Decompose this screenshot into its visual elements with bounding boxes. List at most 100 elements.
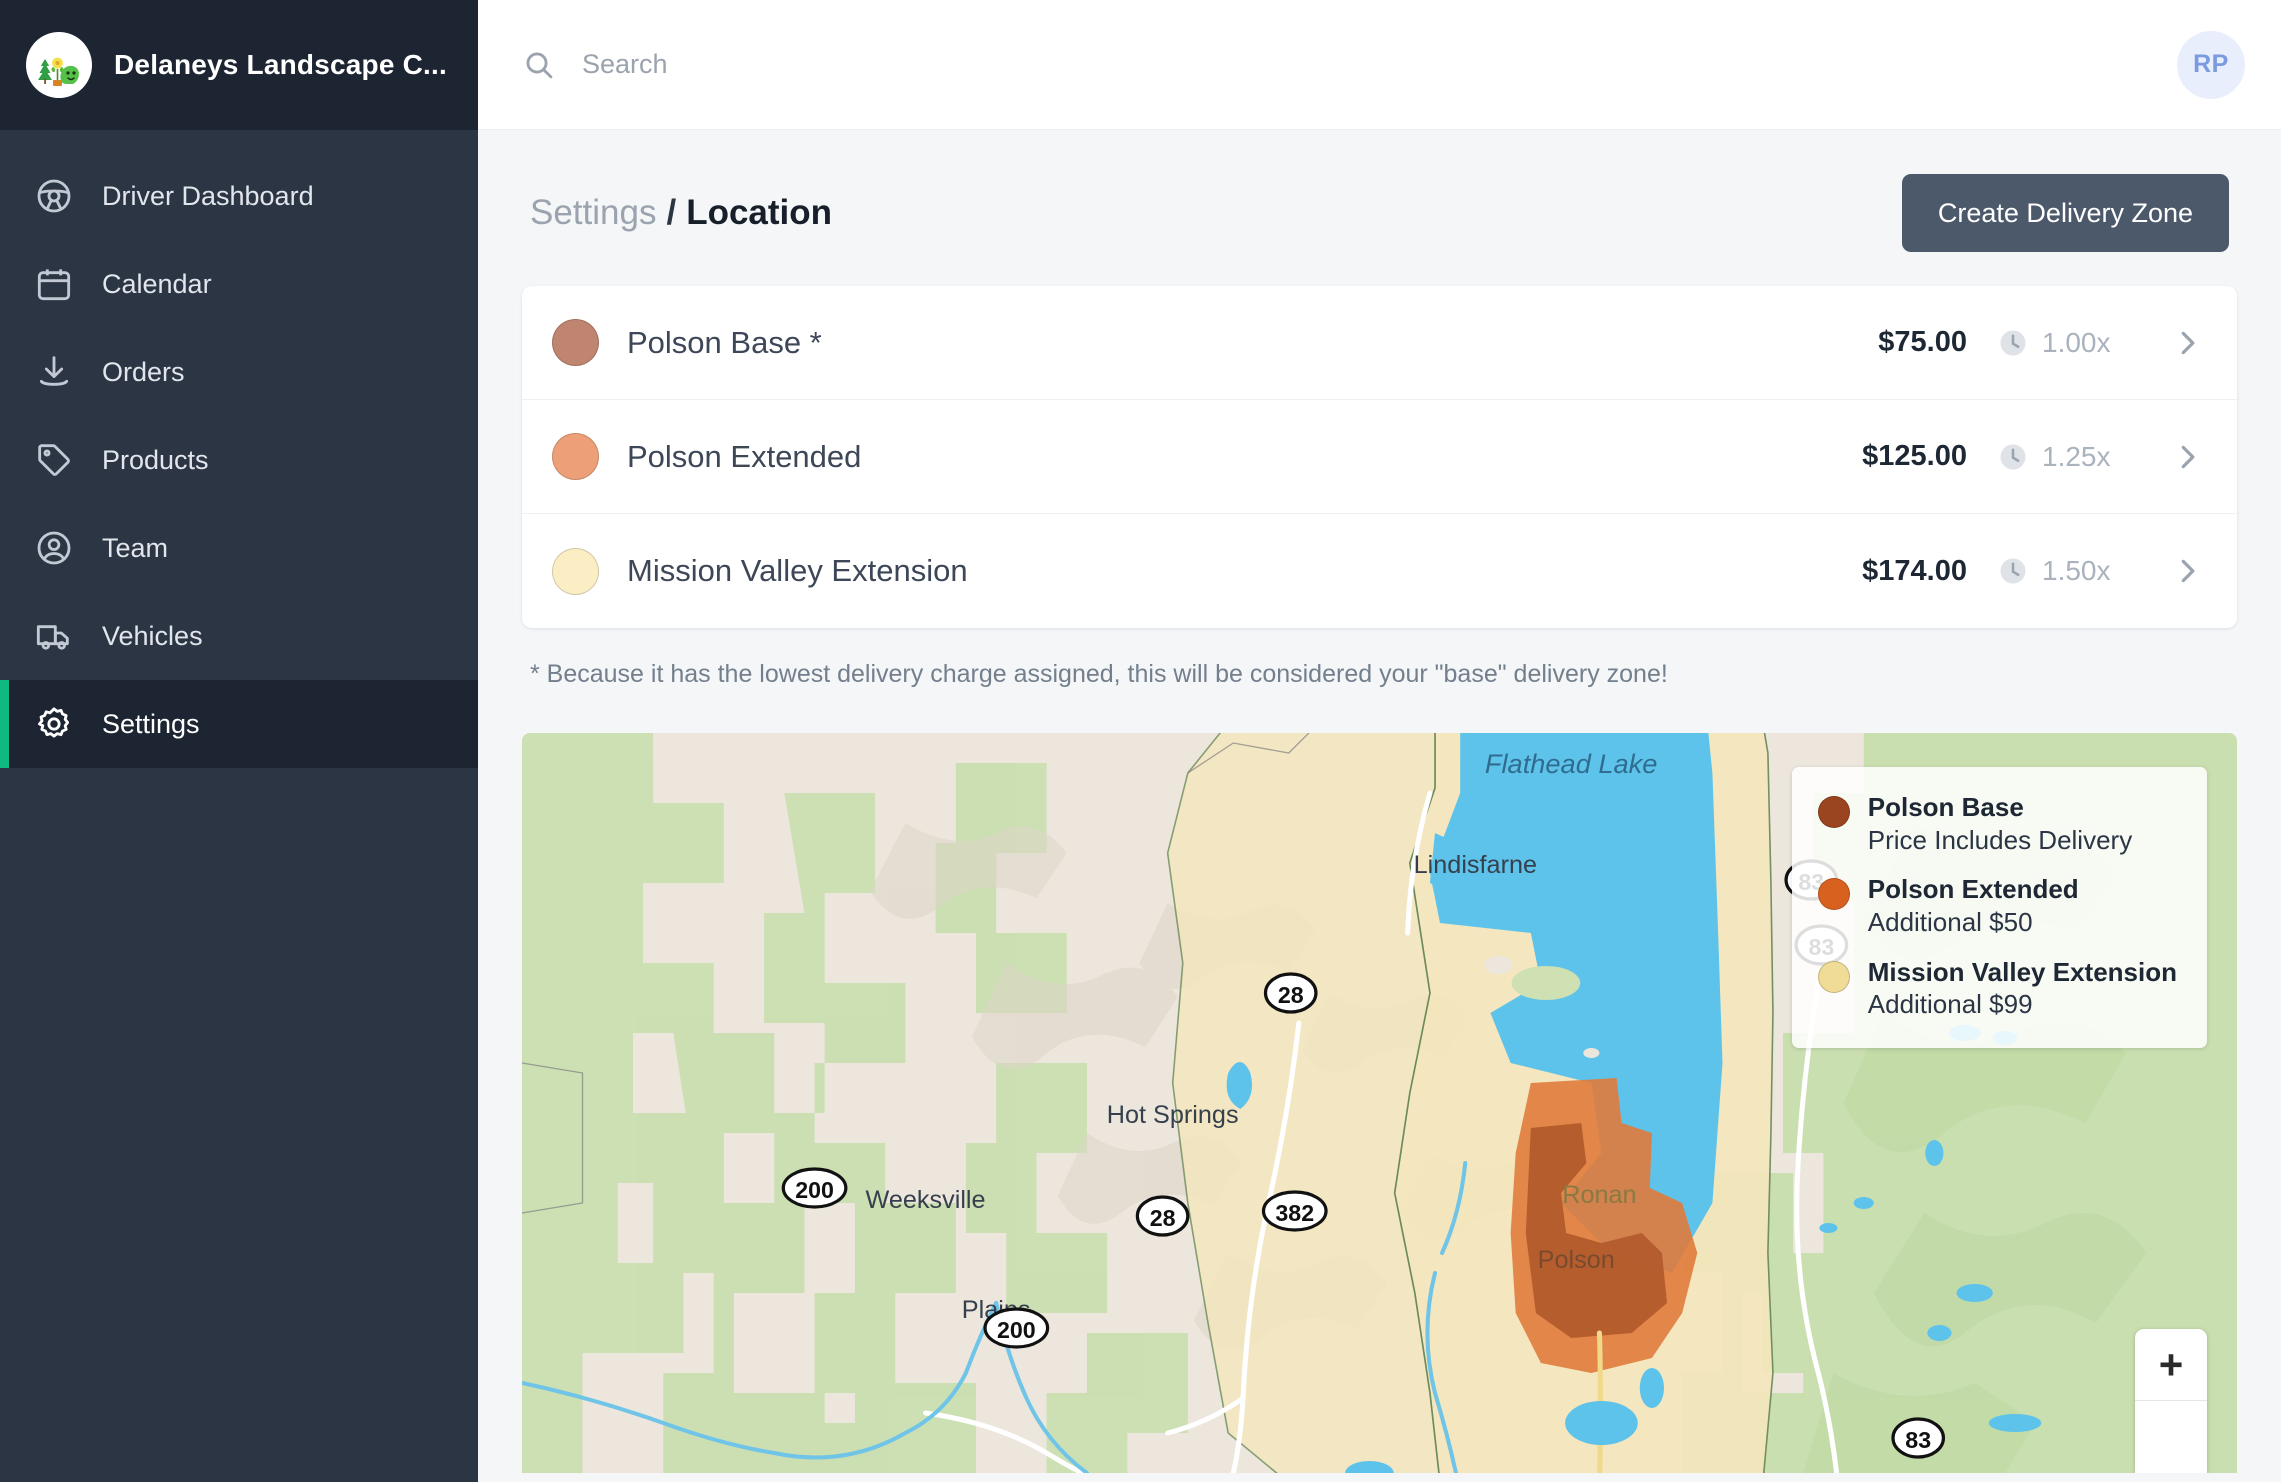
- zone-name: Polson Extended: [627, 438, 862, 474]
- sidebar-item-label: Calendar: [102, 268, 212, 299]
- sidebar-item-label: Orders: [102, 356, 185, 387]
- avatar[interactable]: RP: [2177, 30, 2245, 99]
- sidebar-item-label: Products: [102, 444, 209, 475]
- zone-row[interactable]: Mission Valley Extension $174.00 1.50x: [522, 514, 2237, 628]
- sidebar-item-label: Settings: [102, 708, 200, 739]
- map-label-weeksville: Weeksville: [865, 1186, 985, 1214]
- chevron-right-icon[interactable]: [2171, 327, 2203, 359]
- calendar-icon: [34, 264, 74, 304]
- zone-color-dot: [552, 547, 599, 595]
- legend-item: Mission Valley Extension Additional $99: [1817, 956, 2177, 1022]
- highway-shield-28-north: 28: [1263, 972, 1318, 1014]
- sidebar-item-orders[interactable]: Orders: [0, 328, 478, 416]
- map-zoom-controls: +: [2135, 1329, 2207, 1473]
- zone-name: Mission Valley Extension: [627, 553, 968, 588]
- chevron-right-icon[interactable]: [2171, 441, 2203, 473]
- svg-text:83: 83: [1905, 1427, 1931, 1453]
- svg-text:28: 28: [1278, 982, 1304, 1008]
- sidebar-nav: Driver Dashboard Calendar Orders Product…: [0, 130, 478, 768]
- map-label-ronan: Ronan: [1562, 1181, 1636, 1209]
- tag-icon: [34, 440, 74, 480]
- highway-shield-83-south: 83: [1891, 1417, 1946, 1459]
- highway-shield-200-south: 200: [983, 1307, 1050, 1349]
- svg-text:28: 28: [1150, 1205, 1176, 1231]
- gear-icon: [34, 704, 74, 744]
- breadcrumb-current: Location: [686, 193, 833, 232]
- app-root: Delaneys Landscape C... Driver Dashboard: [0, 0, 2281, 1482]
- sidebar-item-vehicles[interactable]: Vehicles: [0, 592, 478, 680]
- delivery-zone-map[interactable]: Flathead Lake Lindisfarne Polson Hot Spr…: [522, 733, 2237, 1473]
- user-circle-icon: [34, 528, 74, 568]
- map-label-polson: Polson: [1538, 1246, 1615, 1274]
- highway-shield-382: 382: [1261, 1190, 1328, 1232]
- page-header: Settings / Location Create Delivery Zone: [522, 130, 2237, 286]
- search-input[interactable]: [582, 49, 1182, 80]
- zone-row[interactable]: Polson Base * $75.00 1.00x: [522, 286, 2237, 400]
- sidebar-item-label: Driver Dashboard: [102, 180, 314, 211]
- clock-icon: [1997, 441, 2029, 473]
- zone-multiplier: 1.25x: [1997, 441, 2157, 473]
- map-label-hot-springs: Hot Springs: [1107, 1101, 1239, 1129]
- legend-color-dot: [1817, 796, 1850, 828]
- zone-color-dot: [552, 433, 599, 480]
- sidebar-item-driver-dashboard[interactable]: Driver Dashboard: [0, 152, 478, 240]
- zone-color-dot: [552, 319, 599, 366]
- breadcrumb-separator: /: [666, 193, 677, 232]
- brand-title: Delaneys Landscape C...: [114, 49, 447, 80]
- download-icon: [34, 352, 74, 392]
- legend-subtitle: Price Includes Delivery: [1867, 824, 2133, 855]
- sidebar: Delaneys Landscape C... Driver Dashboard: [0, 0, 478, 1482]
- legend-subtitle: Additional $99: [1867, 989, 2033, 1020]
- sidebar-item-settings[interactable]: Settings: [0, 680, 478, 768]
- legend-subtitle: Additional $50: [1867, 906, 2033, 937]
- legend-color-dot: [1817, 960, 1850, 993]
- legend-title: Mission Valley Extension: [1867, 956, 2177, 987]
- zone-row[interactable]: Polson Extended $125.00 1.25x: [522, 400, 2237, 514]
- sidebar-item-label: Team: [102, 532, 169, 563]
- search-icon: [522, 48, 556, 82]
- zone-price: $75.00: [1878, 326, 1967, 358]
- svg-text:200: 200: [997, 1317, 1036, 1343]
- map-legend: Polson Base Price Includes Delivery Pols…: [1791, 767, 2207, 1048]
- delivery-zones-list: Polson Base * $75.00 1.00x Polson Extend: [522, 286, 2237, 628]
- chevron-right-icon[interactable]: [2171, 555, 2203, 587]
- zone-name: Polson Base *: [627, 324, 822, 360]
- legend-color-dot: [1817, 878, 1850, 911]
- clock-icon: [1997, 555, 2029, 587]
- zoom-in-button[interactable]: +: [2135, 1329, 2207, 1401]
- svg-text:382: 382: [1275, 1200, 1314, 1226]
- breadcrumb: Settings / Location: [530, 193, 832, 233]
- legend-title: Polson Base: [1867, 792, 2024, 822]
- topbar: RP: [478, 0, 2281, 130]
- sidebar-item-label: Vehicles: [102, 620, 203, 651]
- truck-icon: [34, 616, 74, 656]
- steering-wheel-icon: [34, 176, 74, 216]
- create-delivery-zone-button[interactable]: Create Delivery Zone: [1901, 174, 2229, 252]
- legend-item: Polson Base Price Includes Delivery: [1817, 791, 2177, 857]
- zone-price: $125.00: [1862, 440, 1967, 472]
- map-label-flathead-lake: Flathead Lake: [1485, 748, 1658, 779]
- zone-multiplier-text: 1.50x: [2042, 555, 2111, 586]
- main-area: RP Settings / Location Create Delivery Z…: [478, 0, 2281, 1482]
- zone-multiplier: 1.50x: [1997, 555, 2157, 587]
- sidebar-item-calendar[interactable]: Calendar: [0, 240, 478, 328]
- sidebar-item-products[interactable]: Products: [0, 416, 478, 504]
- sidebar-item-team[interactable]: Team: [0, 504, 478, 592]
- highway-shield-28-south: 28: [1135, 1195, 1190, 1237]
- brand-header[interactable]: Delaneys Landscape C...: [0, 0, 478, 130]
- zone-price: $174.00: [1862, 554, 1967, 587]
- search-bar[interactable]: [522, 48, 2177, 82]
- highway-shield-200-west: 200: [781, 1167, 848, 1209]
- zone-multiplier: 1.00x: [1997, 327, 2157, 359]
- svg-text:200: 200: [795, 1177, 834, 1203]
- legend-title: Polson Extended: [1867, 874, 2079, 905]
- page-content: Settings / Location Create Delivery Zone…: [478, 130, 2281, 1482]
- clock-icon: [1997, 327, 2029, 359]
- zone-multiplier-text: 1.25x: [2042, 440, 2111, 472]
- zone-multiplier-text: 1.00x: [2042, 326, 2111, 358]
- map-label-lindisfarne: Lindisfarne: [1414, 851, 1537, 879]
- breadcrumb-parent[interactable]: Settings: [530, 193, 656, 233]
- tree-plant-logo-icon: [26, 32, 92, 98]
- zoom-out-button[interactable]: [2135, 1401, 2207, 1473]
- base-zone-footnote: * Because it has the lowest delivery cha…: [530, 660, 1668, 688]
